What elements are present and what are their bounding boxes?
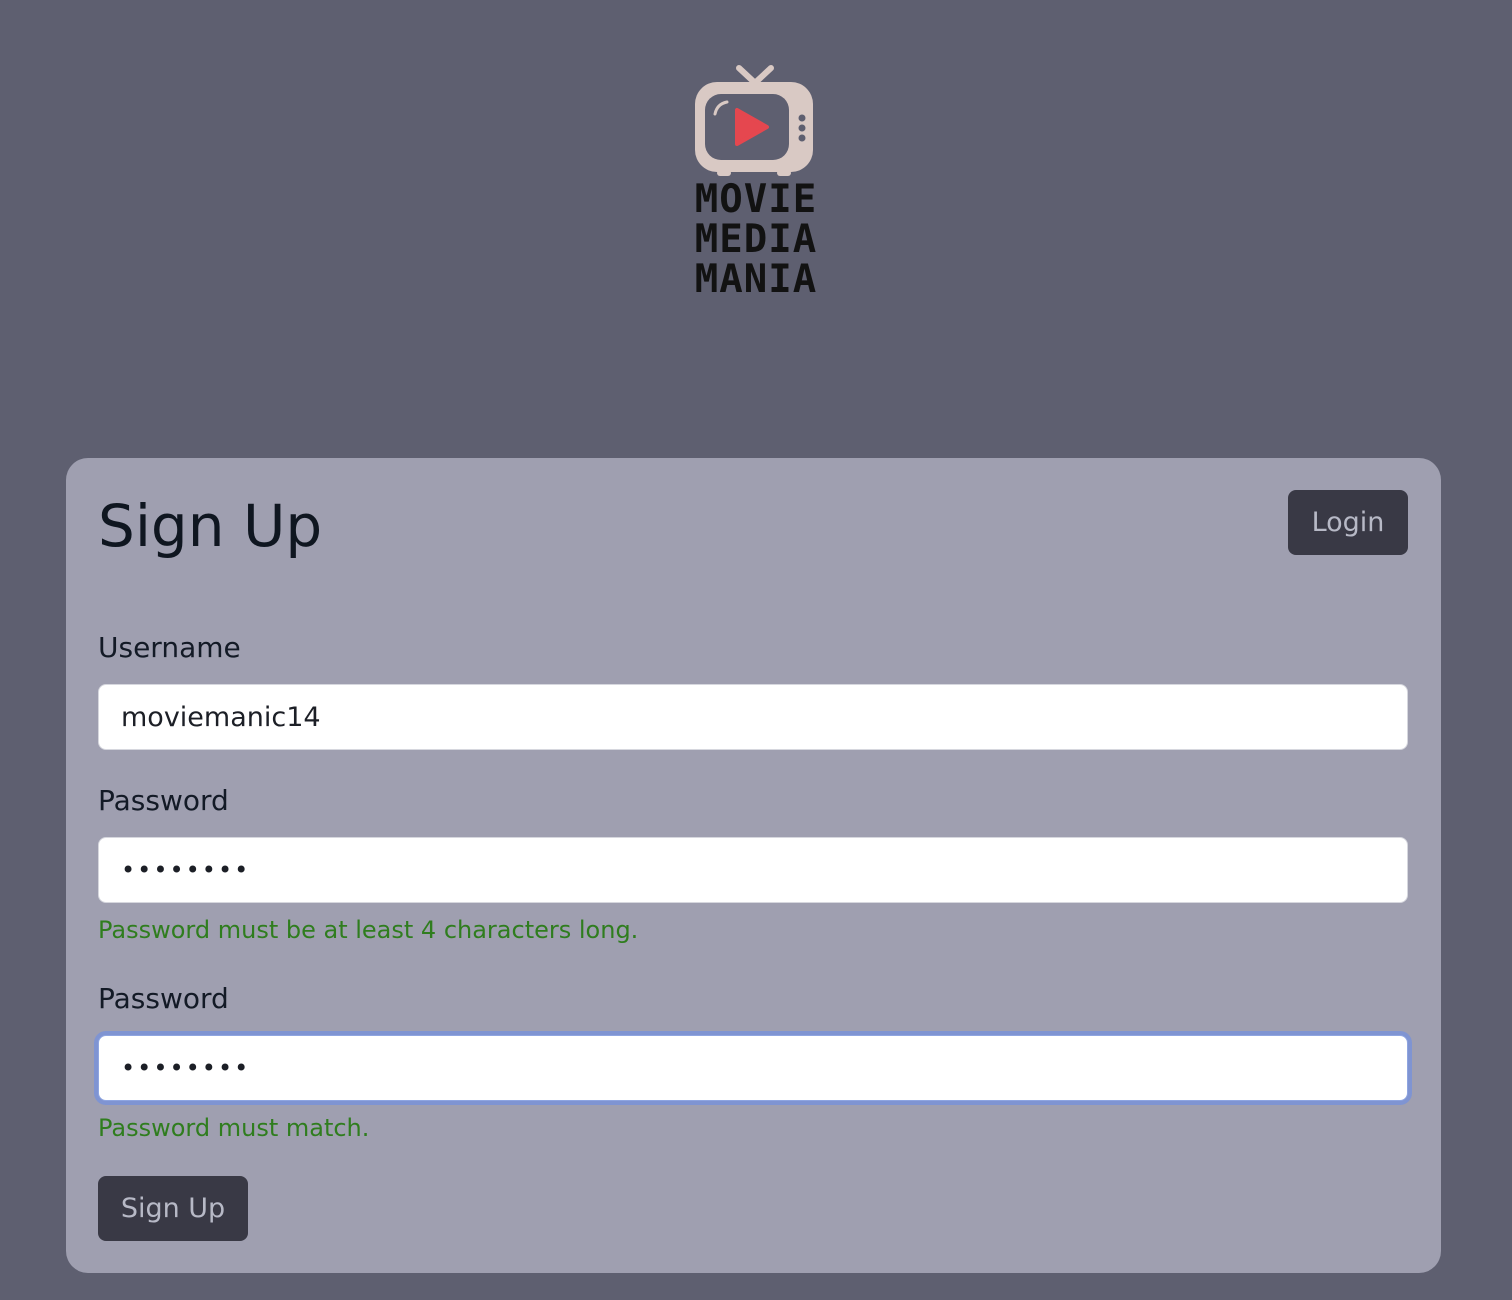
confirm-password-label: Password <box>98 982 229 1015</box>
sign-up-button[interactable]: Sign Up <box>98 1176 248 1241</box>
logo-line-1: MOVIE <box>694 177 818 222</box>
confirm-password-field[interactable] <box>98 1035 1408 1101</box>
password-match-hint: Password must match. <box>98 1114 370 1142</box>
logo-line-2: MEDIA <box>694 217 818 262</box>
password-label: Password <box>98 784 229 817</box>
signup-card: Sign Up Login Username Password Password… <box>66 458 1441 1273</box>
password-length-hint: Password must be at least 4 characters l… <box>98 916 639 944</box>
page-title: Sign Up <box>98 492 323 560</box>
logo-line-3: MANIA <box>694 257 818 302</box>
app-logo: MOVIE MEDIA MANIA <box>666 62 846 302</box>
logo-wordmark: MOVIE MEDIA MANIA <box>666 180 846 300</box>
username-field[interactable] <box>98 684 1408 750</box>
tv-play-icon <box>695 65 813 176</box>
username-label: Username <box>98 631 241 664</box>
login-button[interactable]: Login <box>1288 490 1408 555</box>
password-field[interactable] <box>98 837 1408 903</box>
